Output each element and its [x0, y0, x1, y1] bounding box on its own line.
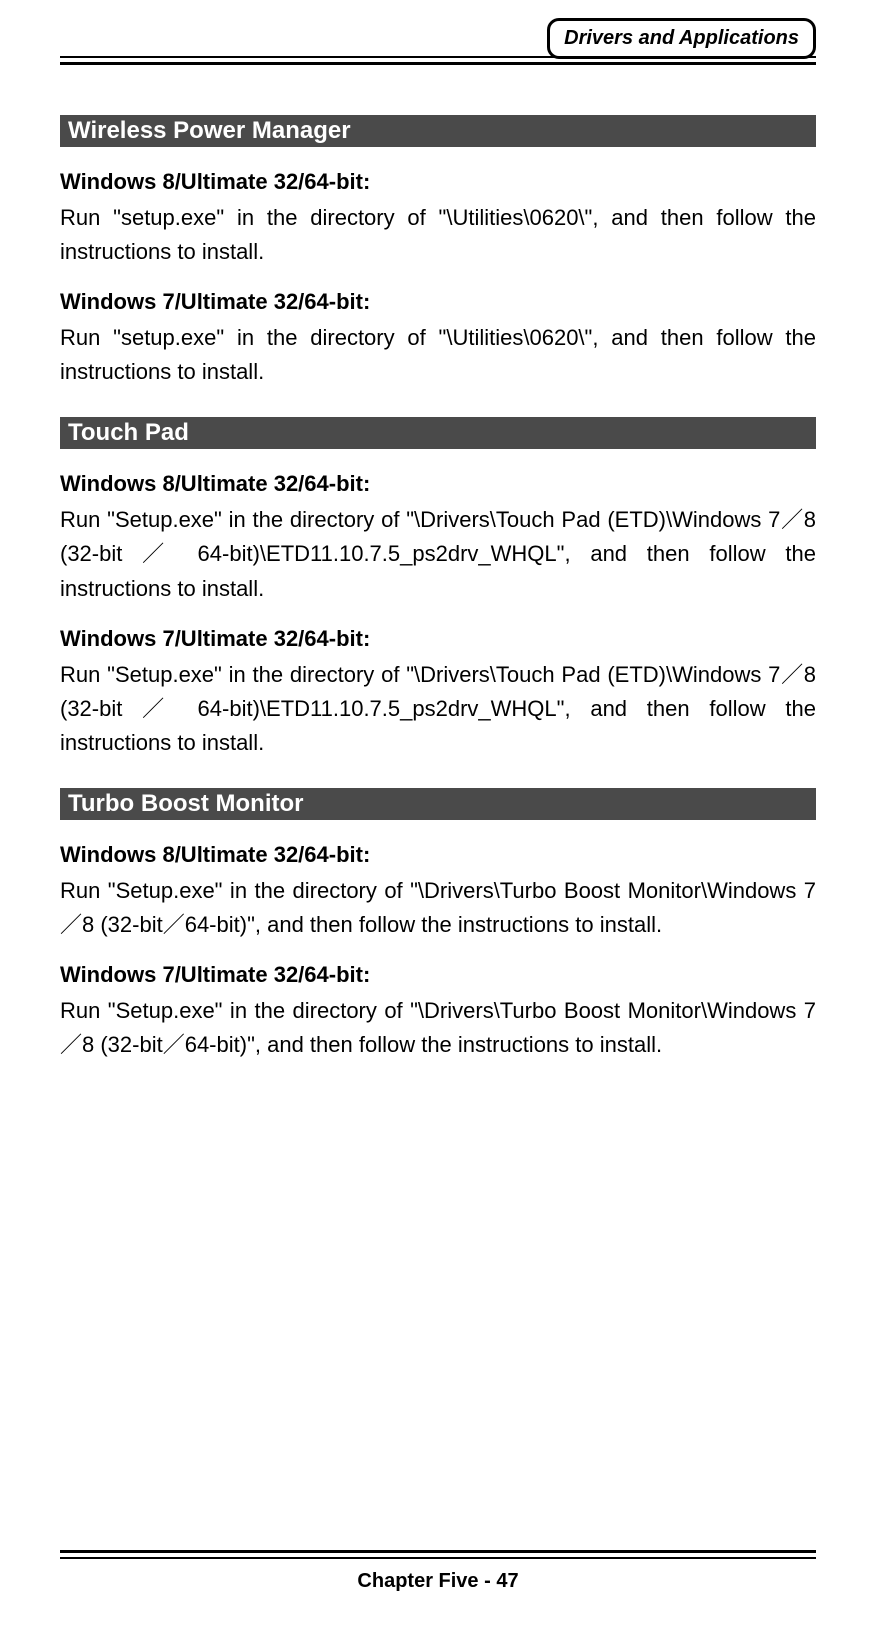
- subheading: Windows 8/Ultimate 32/64-bit:: [60, 169, 816, 195]
- body-paragraph: Run "Setup.exe" in the directory of "\Dr…: [60, 874, 816, 942]
- subheading: Windows 8/Ultimate 32/64-bit:: [60, 471, 816, 497]
- subheading: Windows 7/Ultimate 32/64-bit:: [60, 626, 816, 652]
- subheading: Windows 7/Ultimate 32/64-bit:: [60, 289, 816, 315]
- subheading: Windows 7/Ultimate 32/64-bit:: [60, 962, 816, 988]
- body-paragraph: Run "Setup.exe" in the directory of "\Dr…: [60, 503, 816, 605]
- section-title-turbo-boost-monitor: Turbo Boost Monitor: [60, 788, 816, 820]
- body-paragraph: Run "Setup.exe" in the directory of "\Dr…: [60, 658, 816, 760]
- footer-rule-thick: [60, 1550, 816, 1553]
- subheading: Windows 8/Ultimate 32/64-bit:: [60, 842, 816, 868]
- section-title-wireless-power-manager: Wireless Power Manager: [60, 115, 816, 147]
- page-content: Wireless Power Manager Windows 8/Ultimat…: [60, 115, 816, 1062]
- page-header-label: Drivers and Applications: [564, 27, 799, 49]
- header-rule-thick: [60, 62, 816, 65]
- footer-rule: [60, 1557, 816, 1559]
- page-header-box: Drivers and Applications: [547, 18, 816, 59]
- body-paragraph: Run "setup.exe" in the directory of "\Ut…: [60, 321, 816, 389]
- body-paragraph: Run "setup.exe" in the directory of "\Ut…: [60, 201, 816, 269]
- body-paragraph: Run "Setup.exe" in the directory of "\Dr…: [60, 994, 816, 1062]
- section-title-touch-pad: Touch Pad: [60, 417, 816, 449]
- page-footer: Chapter Five - 47: [0, 1570, 876, 1593]
